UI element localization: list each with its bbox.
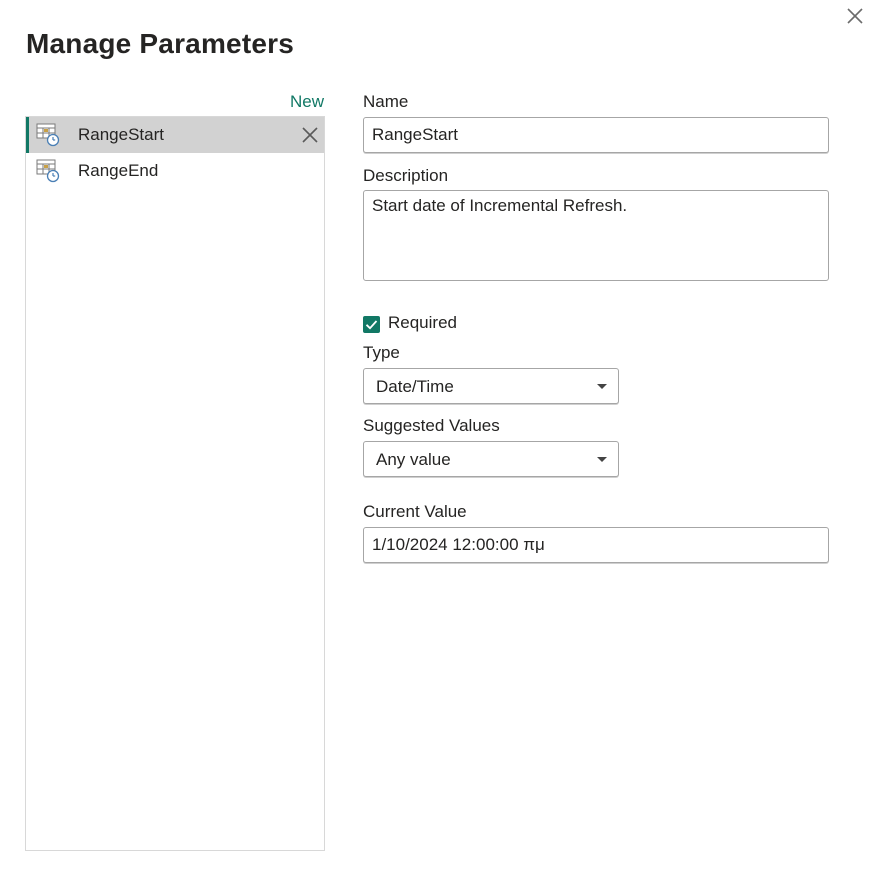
current-value-label: Current Value <box>363 502 467 521</box>
suggested-values-label: Suggested Values <box>363 416 500 435</box>
new-parameter-link[interactable]: New <box>290 92 324 112</box>
type-selected-value: Date/Time <box>376 377 454 396</box>
description-label: Description <box>363 166 449 185</box>
description-textarea[interactable]: Start date of Incremental Refresh. <box>363 190 829 281</box>
type-label: Type <box>363 343 400 362</box>
type-dropdown[interactable]: Date/Time <box>363 368 619 404</box>
parameter-item-rangeend[interactable]: RangeEnd <box>26 153 324 189</box>
suggested-values-dropdown[interactable]: Any value <box>363 441 619 477</box>
required-checkbox[interactable] <box>363 316 380 333</box>
parameter-label: RangeEnd <box>78 161 159 180</box>
chevron-down-icon <box>597 457 607 462</box>
parameter-datetime-icon <box>36 159 60 183</box>
parameter-item-rangestart[interactable]: RangeStart <box>26 117 324 153</box>
close-icon <box>302 127 318 143</box>
parameter-label: RangeStart <box>78 125 164 144</box>
checkmark-icon <box>365 320 378 330</box>
current-value-input[interactable] <box>363 527 829 563</box>
close-button[interactable] <box>843 4 867 28</box>
name-input[interactable] <box>363 117 829 153</box>
parameter-datetime-icon <box>36 123 60 147</box>
name-label: Name <box>363 92 409 111</box>
parameter-list: RangeStart RangeEnd <box>25 116 325 851</box>
required-label: Required <box>388 313 457 332</box>
close-icon <box>847 8 863 24</box>
remove-parameter-button[interactable] <box>300 125 320 145</box>
suggested-values-selected-value: Any value <box>376 450 451 469</box>
chevron-down-icon <box>597 384 607 389</box>
dialog-title: Manage Parameters <box>26 28 294 59</box>
